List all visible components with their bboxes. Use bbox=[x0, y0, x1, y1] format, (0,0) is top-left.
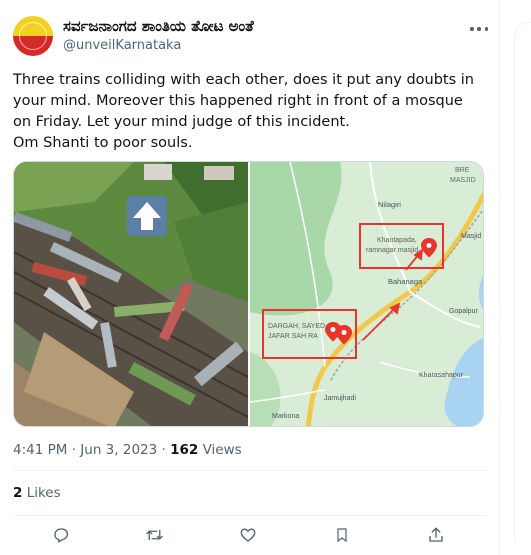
bookmark-icon[interactable] bbox=[331, 524, 353, 546]
user-handle[interactable]: @unveilKarnataka bbox=[63, 37, 254, 55]
crash-photo[interactable] bbox=[14, 162, 248, 426]
map-label: Khantapada, bbox=[377, 237, 417, 244]
map-label: Masjid bbox=[461, 233, 481, 240]
display-name[interactable]: ಸರ್ವಜನಾಂಗದ ಶಾಂತಿಯ ತೋಟ ಅಂತೆ bbox=[63, 17, 254, 36]
action-bar bbox=[13, 520, 487, 550]
map-label: Nilagiri bbox=[378, 200, 401, 209]
sidebar-column bbox=[500, 0, 531, 555]
user-info: ಸರ್ವಜನಾಂಗದ ಶಾಂತಿಯ ತೋಟ ಅಂತೆ @unveilKarnat… bbox=[63, 17, 254, 55]
avatar[interactable] bbox=[13, 16, 53, 56]
map-label: Markona bbox=[272, 413, 299, 420]
map-label: ramnagar masjid bbox=[366, 247, 418, 254]
tweet-date[interactable]: Jun 3, 2023 bbox=[80, 442, 157, 458]
views-label: Views bbox=[202, 442, 242, 458]
views-count: 162 bbox=[170, 442, 199, 458]
tweet-meta: 4:41 PM · Jun 3, 2023 · 162 Views bbox=[13, 441, 242, 459]
avatar-emblem bbox=[19, 22, 47, 50]
likes-label: Likes bbox=[26, 485, 61, 501]
map-label: JAFAR SAH RA bbox=[268, 333, 318, 340]
tweet-text-line: Three trains colliding with each other, … bbox=[13, 72, 474, 130]
divider bbox=[13, 470, 487, 471]
more-options-icon[interactable] bbox=[468, 21, 490, 37]
map-label: DARGAH, SAYED bbox=[268, 323, 325, 330]
sidebar-panel bbox=[514, 22, 531, 542]
map-label: Jamujhadi bbox=[324, 395, 356, 402]
map-image[interactable]: BRE MASJID Nilagiri Masjid Bahanaga Gopa… bbox=[250, 162, 483, 426]
like-icon[interactable] bbox=[237, 524, 259, 546]
media-grid: BRE MASJID Nilagiri Masjid Bahanaga Gopa… bbox=[13, 161, 484, 427]
map-label: BRE bbox=[455, 167, 470, 174]
share-icon[interactable] bbox=[425, 524, 447, 546]
map-label: Gopalpur bbox=[449, 308, 478, 315]
map-label: Bahanaga bbox=[388, 277, 423, 286]
tweet-text-line: Om Shanti to poor souls. bbox=[13, 135, 193, 151]
reply-icon[interactable] bbox=[50, 524, 72, 546]
retweet-icon[interactable] bbox=[143, 524, 165, 546]
meta-separator: · bbox=[71, 442, 76, 458]
map-label: MASJID bbox=[450, 177, 476, 184]
tweet-card: ಸರ್ವಜನಾಂಗದ ಶಾಂತಿಯ ತೋಟ ಅಂತೆ @unveilKarnat… bbox=[0, 0, 500, 555]
map-label: Kharasahapur bbox=[419, 372, 464, 379]
likes-link[interactable]: 2 Likes bbox=[13, 485, 61, 501]
tweet-time[interactable]: 4:41 PM bbox=[13, 442, 67, 458]
tweet-text: Three trains colliding with each other, … bbox=[13, 70, 483, 154]
likes-count: 2 bbox=[13, 485, 23, 501]
divider bbox=[13, 515, 487, 516]
meta-separator: · bbox=[161, 442, 166, 458]
